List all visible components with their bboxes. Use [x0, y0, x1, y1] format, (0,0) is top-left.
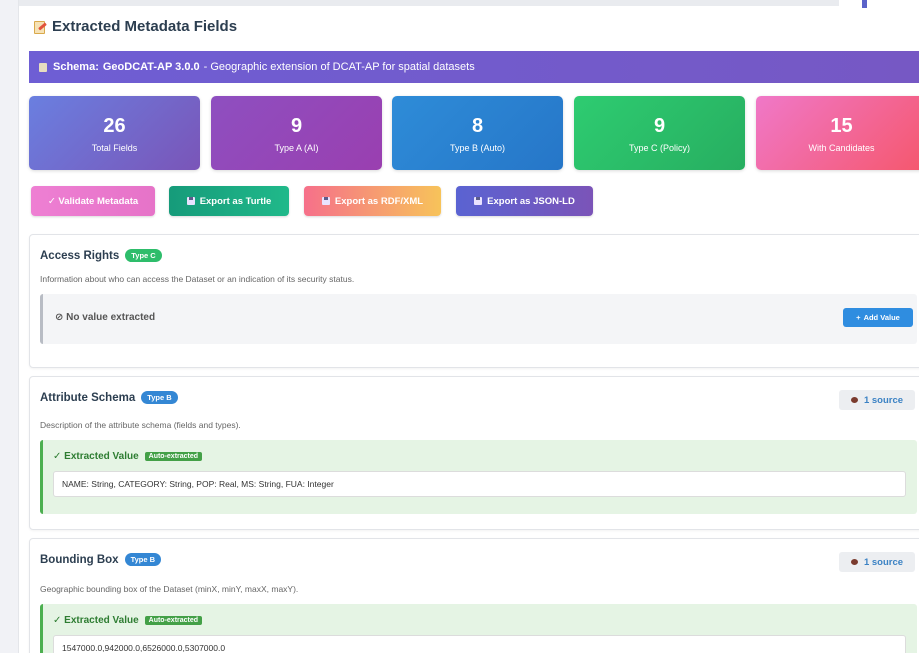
field-description: Description of the attribute schema (fie… [40, 420, 241, 430]
type-badge: Type B [124, 553, 162, 566]
field-card-attribute-schema: Attribute Schema Type B 1 source Descrip… [29, 376, 919, 530]
source-count: 1 source [863, 556, 904, 568]
extracted-value-box: ✓ Extracted Value Auto-extracted NAME: S… [40, 440, 917, 514]
extracted-value-field[interactable]: 1547000.0,942000.0,6526000.0,5307000.0 [53, 635, 906, 653]
stat-label: Type C (Policy) [628, 143, 690, 153]
plus-icon: + [856, 313, 861, 322]
schema-label: Schema: [53, 61, 99, 73]
auto-extracted-badge: Auto-extracted [144, 616, 203, 625]
export-jsonld-button[interactable]: Export as JSON-LD [456, 186, 593, 216]
extracted-value-field[interactable]: NAME: String, CATEGORY: String, POP: Rea… [53, 471, 906, 497]
source-count: 1 source [863, 394, 904, 406]
stat-total-fields: 26 Total Fields [29, 96, 200, 170]
field-name: Bounding Box [40, 553, 119, 566]
stat-type-c: 9 Type C (Policy) [574, 96, 745, 170]
export-rdfxml-button[interactable]: Export as RDF/XML [304, 186, 441, 216]
stat-value: 9 [653, 115, 666, 137]
source-toggle-button[interactable]: 1 source [839, 390, 915, 410]
extracted-title: ✓ Extracted Value Auto-extracted [53, 451, 203, 462]
field-title: Access Rights Type C [40, 249, 162, 262]
no-value-text: ⊘ No value extracted [55, 312, 156, 323]
field-description: Information about who can access the Dat… [40, 274, 355, 284]
field-card-access-rights: Access Rights Type C Information about w… [29, 234, 919, 368]
export-jsonld-label: Export as JSON-LD [487, 195, 575, 207]
stats-row: 26 Total Fields 9 Type A (AI) 8 Type B (… [29, 96, 919, 170]
metadata-panel: Extracted Metadata Fields Schema: GeoDCA… [18, 0, 919, 653]
field-description: Geographic bounding box of the Dataset (… [40, 584, 299, 594]
page-title-text: Extracted Metadata Fields [52, 18, 238, 35]
field-name: Attribute Schema [40, 391, 136, 404]
add-value-label: Add Value [863, 313, 900, 322]
stat-with-candidates: 15 With Candidates [756, 96, 919, 170]
extracted-label: ✓ Extracted Value [53, 451, 139, 462]
export-rdfxml-label: Export as RDF/XML [334, 195, 424, 207]
field-card-bounding-box: Bounding Box Type B 1 source Geographic … [29, 538, 919, 653]
stat-value: 15 [830, 115, 853, 137]
schema-description: - Geographic extension of DCAT-AP for sp… [203, 61, 475, 73]
memo-icon [33, 20, 45, 34]
schema-name: GeoDCAT-AP 3.0.0 [102, 61, 200, 73]
export-turtle-button[interactable]: Export as Turtle [169, 186, 289, 216]
scroll-indicator[interactable] [862, 0, 867, 8]
stat-value: 26 [103, 115, 126, 137]
stat-type-b: 8 Type B (Auto) [392, 96, 563, 170]
export-turtle-label: Export as Turtle [199, 195, 272, 207]
stat-value: 9 [290, 115, 303, 137]
eye-icon [850, 559, 858, 565]
floppy-disk-icon [474, 197, 483, 205]
stat-type-a: 9 Type A (AI) [211, 96, 382, 170]
extracted-label: ✓ Extracted Value [53, 615, 139, 626]
stat-value: 8 [471, 115, 484, 137]
schema-banner: Schema: GeoDCAT-AP 3.0.0 - Geographic ex… [29, 51, 919, 83]
validate-label: ✓ Validate Metadata [47, 195, 139, 207]
extracted-title: ✓ Extracted Value Auto-extracted [53, 615, 203, 626]
stat-label: Type A (AI) [274, 143, 319, 153]
type-badge: Type B [141, 391, 178, 404]
stat-label: With Candidates [808, 143, 875, 153]
no-value-box: ⊘ No value extracted + Add Value [40, 294, 917, 344]
top-divider [19, 0, 839, 6]
field-name: Access Rights [40, 249, 120, 262]
eye-icon [850, 397, 858, 403]
field-title: Attribute Schema Type B [40, 391, 178, 404]
validate-metadata-button[interactable]: ✓ Validate Metadata [31, 186, 155, 216]
type-badge: Type C [125, 249, 162, 262]
floppy-disk-icon [321, 197, 330, 205]
auto-extracted-badge: Auto-extracted [144, 452, 203, 461]
source-toggle-button[interactable]: 1 source [839, 552, 915, 572]
extracted-value-box: ✓ Extracted Value Auto-extracted 1547000… [40, 604, 917, 653]
book-icon [39, 62, 47, 72]
field-title: Bounding Box Type B [40, 553, 162, 566]
stat-label: Type B (Auto) [449, 143, 506, 153]
page-title: Extracted Metadata Fields [33, 18, 237, 35]
floppy-disk-icon [186, 197, 195, 205]
stat-label: Total Fields [91, 143, 138, 153]
add-value-button[interactable]: + Add Value [843, 308, 913, 327]
